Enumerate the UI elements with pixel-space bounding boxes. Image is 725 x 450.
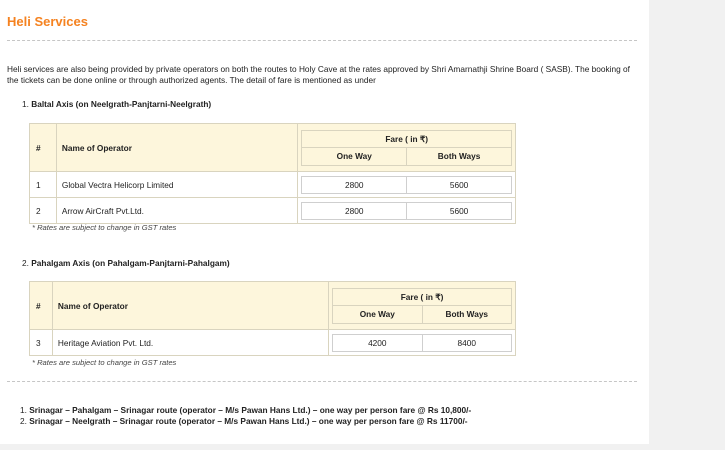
- row-operator: Arrow AirCraft Pvt.Ltd.: [55, 197, 299, 224]
- route-number: 1.: [20, 405, 27, 415]
- col-header-oneway: One Way: [359, 308, 395, 319]
- content-panel: Heli Services Heli services are also bei…: [0, 0, 649, 444]
- list-item: 2. Srinagar – Neelgrath – Srinagar route…: [20, 416, 471, 427]
- section-heading-pahalgam: 2. Pahalgam Axis (on Pahalgam-Panjtarni-…: [22, 258, 230, 268]
- fare-table-baltal: # Name of Operator Fare ( in ₹) One Way …: [29, 123, 516, 224]
- fare-label: Fare ( in ₹): [332, 287, 512, 305]
- col-header-bothways: Both Ways: [421, 305, 511, 323]
- gst-note: * Rates are subject to change in GST rat…: [32, 358, 177, 367]
- table-row: 2 Arrow AirCraft Pvt.Ltd. 2800 5600: [29, 197, 516, 224]
- col-header-operator: Name of Operator: [55, 123, 299, 172]
- route-text: Srinagar – Neelgrath – Srinagar route (o…: [29, 416, 468, 426]
- col-header-oneway: One Way: [336, 150, 372, 161]
- row-num: 1: [29, 171, 57, 198]
- list-item: 1. Srinagar – Pahalgam – Srinagar route …: [20, 405, 471, 416]
- row-bothways: 8400: [421, 334, 511, 351]
- page-title: Heli Services: [7, 14, 88, 29]
- row-bothways: 5600: [406, 176, 511, 193]
- section-title: Pahalgam Axis (on Pahalgam-Panjtarni-Pah…: [31, 258, 230, 268]
- section-number: 2.: [22, 258, 29, 268]
- row-operator: Heritage Aviation Pvt. Ltd.: [51, 329, 330, 356]
- col-header-fare: Fare ( in ₹) One Way Both Ways: [328, 281, 516, 330]
- intro-paragraph: Heli services are also being provided by…: [7, 64, 630, 85]
- route-list: 1. Srinagar – Pahalgam – Srinagar route …: [20, 405, 471, 427]
- col-header-num: #: [29, 123, 57, 172]
- col-header-num: #: [29, 281, 53, 330]
- row-operator: Global Vectra Helicorp Limited: [55, 171, 299, 198]
- section-number: 1.: [22, 99, 29, 109]
- gst-note: * Rates are subject to change in GST rat…: [32, 223, 177, 232]
- row-oneway: 2800: [345, 179, 364, 190]
- section-title: Baltal Axis (on Neelgrath-Panjtarni-Neel…: [31, 99, 212, 109]
- row-oneway: 4200: [368, 337, 387, 348]
- section-divider: [7, 381, 637, 382]
- section-heading-baltal: 1. Baltal Axis (on Neelgrath-Panjtarni-N…: [22, 99, 211, 109]
- fare-label: Fare ( in ₹): [301, 129, 512, 147]
- row-oneway: 2800: [345, 205, 364, 216]
- row-num: 2: [29, 197, 57, 224]
- fare-table-pahalgam: # Name of Operator Fare ( in ₹) One Way …: [29, 281, 516, 356]
- row-bothways: 5600: [406, 202, 511, 219]
- table-row: 3 Heritage Aviation Pvt. Ltd. 4200 8400: [29, 329, 516, 356]
- col-header-fare: Fare ( in ₹) One Way Both Ways: [297, 123, 516, 172]
- col-header-bothways: Both Ways: [406, 147, 511, 165]
- table-row: 1 Global Vectra Helicorp Limited 2800 56…: [29, 171, 516, 198]
- route-number: 2.: [20, 416, 27, 426]
- title-divider: [7, 40, 637, 41]
- route-text: Srinagar – Pahalgam – Srinagar route (op…: [29, 405, 472, 415]
- row-num: 3: [29, 329, 53, 356]
- col-header-operator: Name of Operator: [51, 281, 330, 330]
